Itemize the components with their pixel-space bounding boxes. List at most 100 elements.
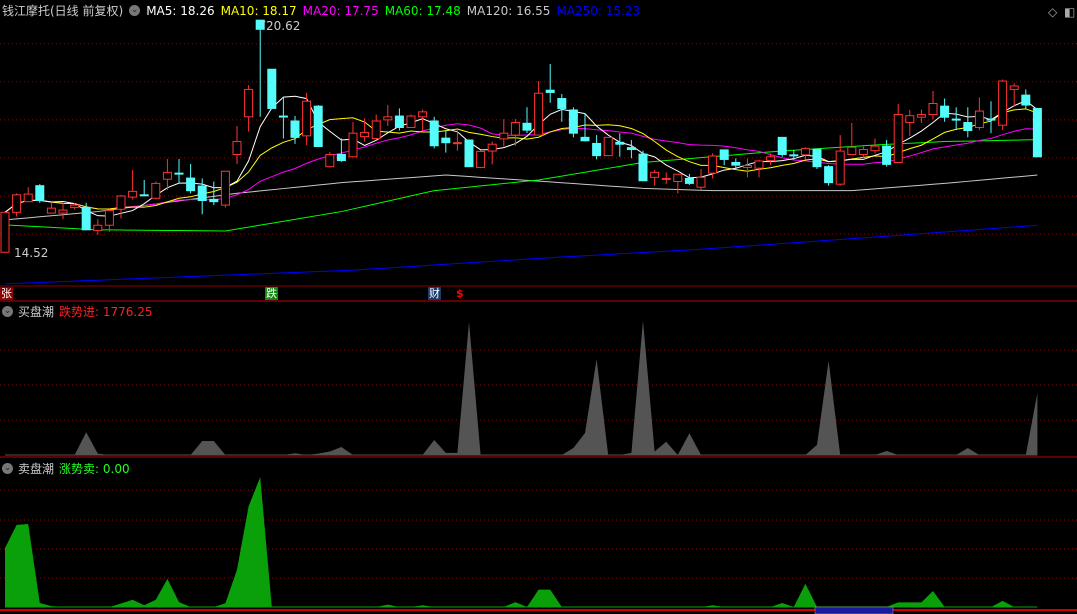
chevron-down-icon[interactable]: ⌄ (129, 5, 141, 16)
candle-up (708, 155, 718, 174)
ma20-label: MA20: 17.75 (302, 3, 379, 18)
candle-down (1021, 94, 1031, 106)
candle-down (626, 147, 636, 151)
candle-up (418, 111, 428, 118)
ma5-label: MA5: 18.26 (146, 3, 215, 18)
candle-up (534, 92, 544, 136)
candle-up (232, 141, 242, 155)
candle-up (70, 204, 80, 208)
candle-down (940, 105, 950, 118)
ma10-label: MA10: 18.17 (220, 3, 297, 18)
candle-down (336, 153, 346, 162)
sell-tide-area (5, 477, 1038, 608)
panel2-header: ⌄ 卖盘潮 涨势卖: 0.00 (2, 460, 130, 477)
marker-cai[interactable]: 财 (428, 287, 441, 300)
candle-up (162, 171, 172, 180)
low-price-label: 14.52 (14, 246, 48, 260)
marker-zhang[interactable]: 张 (0, 287, 13, 300)
candle-down (568, 109, 578, 134)
ma120-label: MA120: 16.55 (466, 3, 551, 18)
candle-up (452, 142, 462, 145)
marker-dollar[interactable]: $ (455, 287, 465, 300)
candle-up (742, 165, 752, 168)
candle-down (882, 145, 892, 165)
candle-down (545, 89, 555, 93)
kline-chart[interactable]: 20.62 14.52 (0, 0, 1077, 614)
candle-up (383, 116, 393, 121)
candle-down (777, 136, 787, 155)
candle-up (754, 160, 764, 169)
candle-down (522, 122, 532, 131)
candle-down (209, 198, 219, 203)
candle-down (197, 185, 207, 202)
candle-down (429, 120, 439, 147)
candle-down (464, 139, 474, 168)
ma60-label: MA60: 17.48 (384, 3, 461, 18)
candle-up (1009, 85, 1019, 90)
candle-up (905, 115, 915, 124)
ma20-line (4, 123, 1038, 213)
candle-up (93, 224, 103, 232)
candle-down (313, 105, 323, 147)
candle-up (128, 190, 138, 198)
candle-down (139, 194, 149, 197)
candle-up (998, 80, 1008, 126)
buy-tide-area (5, 320, 1038, 456)
candle-up (46, 207, 56, 214)
buy-tide-series (74, 320, 1038, 455)
candle-down (731, 161, 741, 166)
candle-down (963, 122, 973, 132)
candle-up (661, 177, 671, 180)
candle-up (766, 156, 776, 162)
candle-down (255, 19, 265, 30)
candle-down (789, 154, 799, 157)
candle-up (12, 194, 22, 213)
candle-down (174, 172, 184, 175)
candle-down (290, 120, 300, 138)
ma250-label: MA250: 15.23 (556, 3, 641, 18)
candle-down (441, 137, 451, 144)
time-scrollbar[interactable] (814, 606, 894, 614)
panel2-name: 卖盘潮 (18, 462, 55, 476)
candle-up (58, 209, 68, 214)
candle-down (81, 206, 91, 231)
candle-up (360, 131, 370, 138)
candle-down (580, 136, 590, 142)
panel2-value: 涨势卖: 0.00 (59, 462, 130, 476)
candle-up (916, 114, 926, 118)
candle-down (35, 185, 45, 202)
candle-up (0, 211, 10, 253)
candle-up (371, 120, 381, 140)
candle-up (23, 193, 33, 203)
marker-die[interactable]: 跌 (265, 287, 278, 300)
stock-title: 钱江摩托(日线 前复权) (2, 4, 124, 18)
candle-up (603, 136, 613, 157)
chevron-down-icon[interactable]: ⌄ (2, 306, 13, 317)
candle-up (499, 132, 509, 140)
high-price-label: 20.62 (266, 19, 300, 33)
candle-up (800, 147, 810, 156)
candle-down (951, 118, 961, 121)
candle-up (116, 195, 126, 210)
candle-down (615, 141, 625, 145)
candle-up (220, 170, 230, 206)
candles (0, 19, 1042, 253)
chevron-down-icon[interactable]: ⌄ (2, 463, 13, 474)
candle-up (510, 122, 520, 136)
diamond-icon[interactable]: ◇ (1048, 5, 1057, 19)
panel1-name: 买盘潮 (18, 305, 55, 319)
candle-down (719, 149, 729, 160)
candle-up (476, 150, 486, 168)
candle-up (151, 182, 161, 199)
candle-down (1032, 107, 1042, 158)
candle-up (835, 150, 845, 185)
candle-up (302, 100, 312, 137)
panel-toggle-icon[interactable]: ◧ (1064, 5, 1075, 19)
chart-header: 钱江摩托(日线 前复权) ⌄ MA5: 18.26 MA10: 18.17 MA… (2, 2, 640, 19)
candle-down (278, 115, 288, 118)
candle-down (812, 148, 822, 168)
candle-up (244, 88, 254, 118)
candle-up (406, 115, 416, 128)
candle-up (104, 209, 114, 226)
panel1-value: 跌势进: 1776.25 (59, 305, 153, 319)
